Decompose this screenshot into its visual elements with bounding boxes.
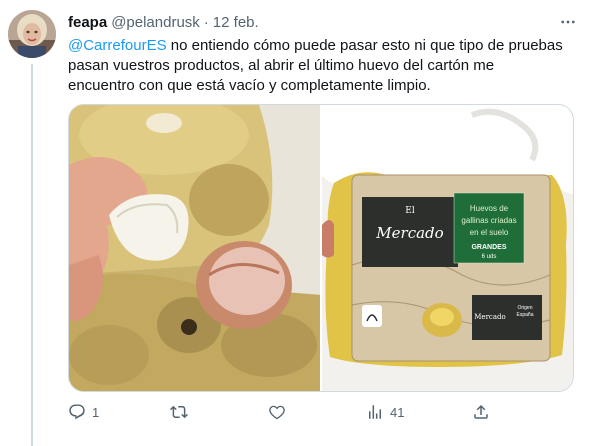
views-button[interactable]: 41	[366, 398, 404, 426]
share-button[interactable]	[472, 398, 490, 426]
tweet-text: @CarrefourES no entiendo cómo puede pasa…	[68, 36, 588, 96]
small-brand-text: Mercado	[474, 313, 505, 321]
tweet-date[interactable]: 12 feb.	[213, 14, 259, 31]
share-icon	[474, 404, 488, 419]
like-button[interactable]	[268, 398, 292, 426]
media-grid: El Mercado Huevos de gallinas criadas en…	[68, 104, 574, 392]
views-count: 41	[390, 404, 405, 420]
reply-button[interactable]: 1	[68, 398, 99, 426]
size-text: GRANDES	[471, 244, 506, 251]
label-line-1: Huevos de	[470, 204, 509, 213]
tweet-line-1-text: no entiendo cómo puede pasar esto ni que…	[166, 37, 563, 54]
tweet-header: feapa @pelandrusk · 12 feb.	[68, 12, 259, 32]
mention-link[interactable]: @CarrefourES	[68, 37, 167, 54]
label-line-2: gallinas criadas	[461, 216, 516, 225]
separator-dot: ·	[203, 13, 209, 31]
tweet-line-2: pasan vuestros productos, al abrir el úl…	[68, 57, 495, 74]
like-icon	[269, 405, 285, 420]
count-text: 6 uds	[482, 254, 497, 260]
photo-egg-carton[interactable]: El Mercado Huevos de gallinas criadas en…	[322, 105, 573, 391]
brand-text: Mercado	[375, 224, 443, 242]
author-handle[interactable]: @pelandrusk	[111, 14, 200, 31]
more-icon[interactable]	[556, 12, 580, 32]
views-icon	[369, 405, 381, 419]
retweet-button[interactable]	[170, 398, 194, 426]
reply-count: 1	[92, 404, 100, 420]
label-line-3: en el suelo	[470, 228, 509, 237]
origin-line-1: Origen	[517, 305, 532, 311]
reply-icon	[69, 404, 85, 420]
tweet-actions: 1 41	[60, 398, 500, 426]
brand-top-text: El	[405, 206, 415, 216]
author-name[interactable]: feapa	[68, 14, 107, 31]
photo-empty-eggshell[interactable]	[69, 105, 320, 391]
avatar-image	[8, 10, 56, 58]
tweet-card[interactable]: feapa @pelandrusk · 12 feb. @CarrefourES…	[0, 0, 613, 446]
tweet-line-3: encuentro con que está vacío y completam…	[68, 77, 431, 94]
origin-line-2: España	[517, 312, 534, 318]
retweet-icon	[170, 405, 188, 419]
avatar[interactable]	[8, 10, 56, 58]
thread-line	[31, 64, 33, 446]
tweet-line-1: @CarrefourES no entiendo cómo puede pasa…	[68, 36, 588, 56]
